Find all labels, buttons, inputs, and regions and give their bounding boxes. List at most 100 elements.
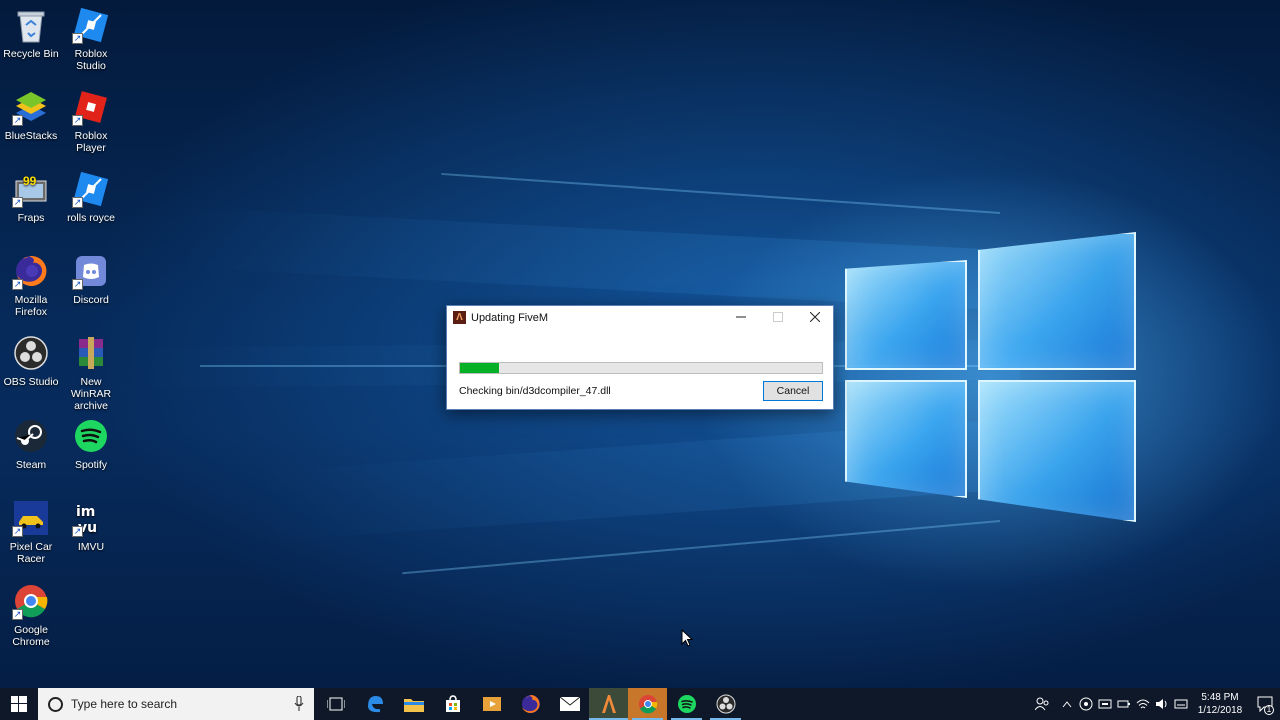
task-view-icon <box>326 697 345 711</box>
desktop-icon-label: New WinRAR archive <box>70 376 112 412</box>
desktop-icon-label: rolls royce <box>67 212 115 224</box>
desktop-icon-label: Steam <box>15 459 47 471</box>
taskbar-store[interactable] <box>433 688 472 720</box>
shortcut-arrow-icon: ↗ <box>72 526 83 537</box>
firefox-icon: ↗ <box>12 252 50 290</box>
shortcut-arrow-icon: ↗ <box>12 609 23 620</box>
taskbar-mail[interactable] <box>550 688 589 720</box>
desktop-icon-firefox[interactable]: ↗ Mozilla Firefox <box>0 252 62 318</box>
mouse-cursor-icon <box>681 629 693 647</box>
obs-icon <box>12 334 50 372</box>
file-explorer-icon <box>403 699 424 712</box>
desktop-icon-chrome[interactable]: ↗ Google Chrome <box>0 582 62 648</box>
desktop-icon-steam[interactable]: Steam <box>0 417 62 471</box>
volume-icon <box>1155 699 1166 709</box>
taskbar-fivem[interactable] <box>589 688 628 720</box>
clock-time: 5:48 PM <box>1201 692 1239 703</box>
desktop-icon-rolls-royce[interactable]: ↗ rolls royce <box>60 170 122 224</box>
shortcut-arrow-icon: ↗ <box>12 279 23 290</box>
dialog-title: Updating FiveM <box>471 311 549 324</box>
people-button[interactable] <box>1027 688 1057 720</box>
chevron-up-icon <box>1062 701 1071 708</box>
desktop-icon-recycle-bin[interactable]: Recycle Bin <box>0 6 62 60</box>
bluestacks-icon: ↗ <box>12 88 50 126</box>
shortcut-arrow-icon: ↗ <box>72 115 83 126</box>
store-icon <box>445 695 460 712</box>
keyboard-icon <box>1174 699 1187 709</box>
tray-language[interactable] <box>1171 688 1190 720</box>
shortcut-arrow-icon: ↗ <box>72 279 83 290</box>
tray-usb[interactable] <box>1095 688 1114 720</box>
discord-icon: ↗ <box>72 252 110 290</box>
desktop-icon-label: Discord <box>73 294 109 306</box>
microphone-icon[interactable] <box>294 696 304 712</box>
edge-icon <box>367 696 383 713</box>
roblox-studio-icon: ↗ <box>72 6 110 44</box>
status-text: Checking bin/d3dcompiler_47.dll <box>459 385 611 397</box>
shortcut-arrow-icon: ↗ <box>72 33 83 44</box>
update-progress-bar <box>459 362 823 374</box>
shortcut-arrow-icon: ↗ <box>12 115 23 126</box>
minimize-icon <box>736 316 746 318</box>
tray-volume[interactable] <box>1152 688 1171 720</box>
tray-network[interactable] <box>1133 688 1152 720</box>
desktop-icon-label: Fraps <box>17 212 45 224</box>
update-dialog: Λ Updating FiveM Checking bin/d3dcompile… <box>446 305 834 410</box>
desktop-icon-discord[interactable]: ↗ Discord <box>60 252 122 306</box>
show-hidden-icons-button[interactable] <box>1057 688 1076 720</box>
taskbar-obs[interactable] <box>706 688 745 720</box>
taskbar-chrome[interactable] <box>628 688 667 720</box>
taskbar-search[interactable] <box>38 688 314 720</box>
shortcut-arrow-icon: ↗ <box>72 197 83 208</box>
desktop-icon-bluestacks[interactable]: ↗ BlueStacks <box>0 88 62 142</box>
spotify-icon <box>677 695 696 713</box>
chrome-icon: ↗ <box>12 582 50 620</box>
desktop-icon-obs[interactable]: OBS Studio <box>0 334 62 388</box>
desktop-icon-imvu[interactable]: im vu ↗ IMVU <box>60 499 122 553</box>
desktop-icon-label: BlueStacks <box>4 130 58 142</box>
spotify-icon <box>72 417 110 455</box>
usb-icon <box>1098 699 1111 709</box>
taskbar: 5:48 PM 1/12/2018 1 <box>0 688 1280 720</box>
taskbar-firefox[interactable] <box>511 688 550 720</box>
desktop-icon-winrar[interactable]: New WinRAR archive <box>60 334 122 412</box>
taskbar-clock[interactable]: 5:48 PM 1/12/2018 <box>1190 691 1250 717</box>
desktop-icon-label: Mozilla Firefox <box>14 294 48 318</box>
winrar-icon <box>72 334 110 372</box>
desktop-icon-roblox-studio[interactable]: ↗ Roblox Studio <box>60 6 122 72</box>
desktop-icon-spotify[interactable]: Spotify <box>60 417 122 471</box>
minimize-button[interactable] <box>723 306 759 328</box>
maximize-button <box>760 306 796 328</box>
mail-icon <box>559 697 580 711</box>
search-input[interactable] <box>71 697 271 711</box>
desktop-icon-fraps[interactable]: 99 ↗ Fraps <box>0 170 62 224</box>
taskbar-spotify[interactable] <box>667 688 706 720</box>
desktop-icon-label: Recycle Bin <box>3 48 59 60</box>
task-view-button[interactable] <box>316 688 355 720</box>
taskbar-video[interactable] <box>472 688 511 720</box>
taskbar-file-explorer[interactable] <box>394 688 433 720</box>
progress-fill <box>460 363 499 373</box>
cortana-icon <box>48 696 63 712</box>
dialog-titlebar[interactable]: Λ Updating FiveM <box>447 306 833 329</box>
taskbar-edge[interactable] <box>355 688 394 720</box>
svg-text:99: 99 <box>23 174 37 188</box>
windows-start-icon <box>11 696 27 712</box>
start-button[interactable] <box>0 688 38 720</box>
cancel-button[interactable]: Cancel <box>763 381 823 401</box>
desktop-icon-roblox-player[interactable]: ↗ Roblox Player <box>60 88 122 154</box>
tray-battery[interactable] <box>1114 688 1133 720</box>
people-icon <box>1035 697 1049 711</box>
tray-app-icon <box>1079 697 1092 711</box>
close-icon <box>810 312 820 322</box>
desktop-icon-label: Google Chrome <box>12 624 50 648</box>
recycle-bin-icon <box>12 6 50 44</box>
desktop-icon-label: IMVU <box>77 541 105 553</box>
svg-text:im: im <box>76 504 95 520</box>
action-center-button[interactable]: 1 <box>1250 688 1280 720</box>
video-icon <box>482 697 501 711</box>
desktop-icon-pixel-car-racer[interactable]: ↗ Pixel Car Racer <box>0 499 62 565</box>
tray-app[interactable] <box>1076 688 1095 720</box>
close-button[interactable] <box>797 306 833 328</box>
shortcut-arrow-icon: ↗ <box>12 526 23 537</box>
